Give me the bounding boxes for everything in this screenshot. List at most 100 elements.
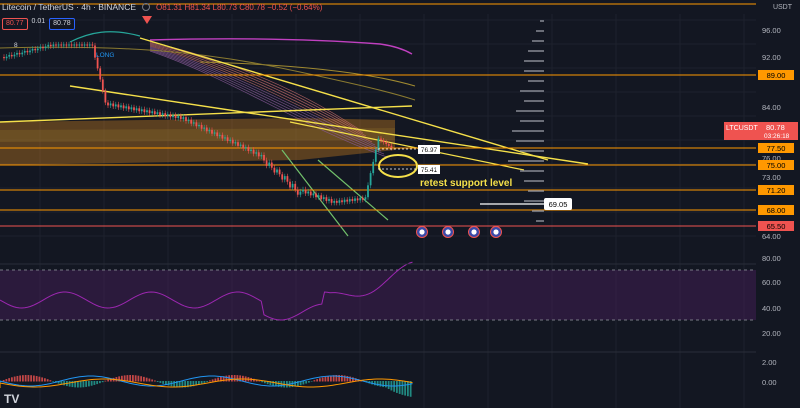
candle-body	[179, 116, 182, 120]
candle-body	[382, 140, 385, 143]
candle-body	[138, 108, 141, 112]
candle-body	[226, 137, 229, 141]
macd-hist	[41, 377, 44, 382]
candle-body	[13, 54, 16, 57]
candle-body	[263, 155, 265, 161]
price-axis[interactable]: 96.00 92.00 89.00 84.00 LTCUSDT 80.7803:26:18…	[724, 0, 800, 408]
vp-bar	[524, 100, 544, 102]
spread-value: 0.01	[31, 18, 46, 25]
macd-hist	[159, 381, 162, 383]
candle-body	[377, 138, 380, 150]
macd-hist	[396, 381, 398, 393]
candle-body	[135, 108, 138, 111]
macd-hist	[236, 375, 239, 382]
candle-body	[387, 144, 390, 146]
tradingview-logo: TV	[4, 392, 20, 406]
candle-body	[153, 111, 156, 115]
candle-body	[307, 191, 310, 194]
axis-label-20.00: 20.00	[762, 329, 781, 338]
tag-8: 8	[14, 42, 18, 49]
event-icon-dot	[445, 229, 451, 235]
candle-body	[127, 106, 130, 110]
macd-hist	[16, 375, 19, 382]
macd-hist	[203, 381, 206, 383]
candle-body	[174, 115, 177, 119]
candle-body	[198, 124, 200, 127]
candle-body	[351, 199, 354, 201]
candle-body	[309, 191, 312, 196]
candle-body	[78, 44, 81, 46]
candle-body	[221, 134, 224, 139]
vp-bar	[520, 170, 544, 172]
candle-body	[270, 162, 273, 168]
macd-hist	[38, 376, 41, 382]
vp-bar	[520, 150, 544, 152]
buy-button[interactable]: 80.78	[49, 18, 75, 30]
candle-body	[192, 122, 195, 124]
candle-body	[91, 44, 94, 46]
macd-hist	[104, 380, 107, 382]
axis-label-60.00: 60.00	[762, 278, 781, 287]
candle-body	[125, 106, 128, 109]
candle-body	[276, 169, 278, 173]
axis-label-0.00: 0.00	[762, 378, 777, 387]
axis-label-96.00: 96.00	[762, 26, 781, 35]
vp-bar	[536, 220, 544, 222]
candle-body	[96, 57, 99, 69]
candle-body	[218, 134, 221, 137]
candle-body	[120, 105, 122, 108]
candle-body	[5, 56, 8, 59]
candle-body	[75, 44, 78, 46]
macd-hist	[30, 375, 33, 382]
price-note: 76.97	[421, 147, 438, 154]
macd-hist	[90, 381, 93, 386]
vp-bar	[516, 110, 544, 112]
macd-hist	[148, 378, 151, 382]
chart-canvas[interactable]: 96.0092.0089.0084.00LTCUSDT 80.7803:26:18…	[0, 0, 800, 408]
candle-body	[320, 195, 323, 200]
event-icon-dot	[493, 229, 499, 235]
sell-button[interactable]: 80.77	[2, 18, 28, 30]
candle-body	[68, 44, 70, 46]
symbol-title[interactable]: Litecoin / TetherUS · 4h · BINANCE	[2, 2, 136, 12]
macd-hist	[145, 377, 148, 382]
candle-body	[211, 130, 213, 134]
macd-hist	[27, 375, 30, 382]
candle-body	[140, 109, 143, 112]
candle-body	[112, 103, 115, 107]
candle-body	[65, 44, 68, 46]
macd-hist	[382, 381, 385, 388]
candle-body	[172, 115, 174, 118]
candle-body	[81, 44, 83, 46]
macd-hist	[321, 377, 324, 382]
axis-label-2.00: 2.00	[762, 358, 777, 367]
candle-body	[52, 44, 55, 47]
macd-hist	[134, 375, 137, 382]
candle-body	[49, 44, 52, 47]
candle-body	[62, 44, 65, 46]
candle-body	[294, 183, 297, 190]
macd-hist	[143, 376, 145, 382]
candle-body	[104, 91, 107, 103]
vp-bar	[528, 190, 544, 192]
macd-hist	[5, 379, 8, 382]
highlight-ellipse	[378, 154, 418, 178]
candle-body	[343, 199, 346, 203]
candle-body	[341, 200, 343, 203]
macd-hist	[387, 381, 390, 389]
macd-hist	[167, 381, 170, 386]
candle-body	[83, 44, 86, 46]
vp-bar	[528, 80, 544, 82]
macd-hist	[379, 381, 382, 387]
macd-hist	[88, 381, 90, 387]
candle-body	[195, 122, 198, 127]
macd-hist	[258, 380, 261, 382]
macd-hist	[225, 375, 228, 382]
eye-icon[interactable]	[142, 3, 151, 11]
macd-hist	[261, 381, 264, 383]
candle-body	[364, 197, 367, 200]
macd-hist	[101, 381, 104, 383]
macd-hist	[96, 381, 99, 385]
indicator-panes	[0, 261, 756, 397]
candle-body	[333, 200, 336, 203]
